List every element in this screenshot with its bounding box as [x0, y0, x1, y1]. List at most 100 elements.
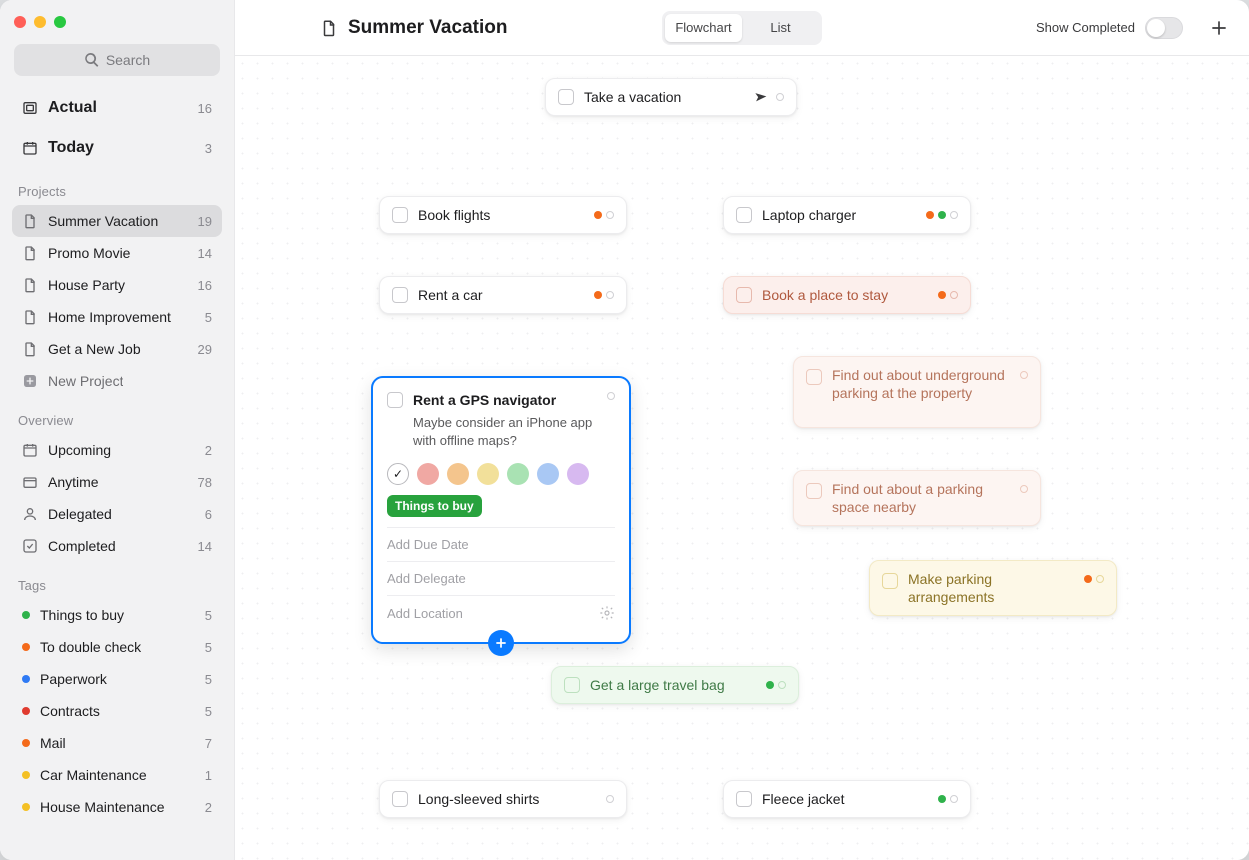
search-icon: [84, 52, 100, 68]
add-task-button[interactable]: [1207, 16, 1231, 40]
project-item[interactable]: House Party 16: [12, 269, 222, 301]
project-item[interactable]: Promo Movie 14: [12, 237, 222, 269]
project-count: 14: [198, 246, 212, 261]
tag-item[interactable]: Paperwork 5: [12, 663, 222, 695]
document-icon: [320, 19, 338, 37]
nav-today-count: 3: [205, 141, 212, 156]
project-item[interactable]: Get a New Job 29: [12, 333, 222, 365]
tag-count: 5: [205, 640, 212, 655]
status-dot: [776, 93, 784, 101]
node-shirts[interactable]: Long-sleeved shirts: [379, 780, 627, 818]
checkbox[interactable]: [806, 369, 822, 385]
detail-checkbox[interactable]: [387, 392, 403, 408]
overview-count: 14: [198, 539, 212, 554]
color-swatch-blue[interactable]: [537, 463, 559, 485]
overview-count: 6: [205, 507, 212, 522]
tag-color-dot: [22, 643, 30, 651]
add-delegate-field[interactable]: Add Delegate: [387, 561, 615, 595]
overview-item[interactable]: Delegated 6: [12, 498, 222, 530]
detail-tag[interactable]: Things to buy: [387, 495, 482, 517]
node-parking-under[interactable]: Find out about underground parking at th…: [793, 356, 1041, 428]
checkbox[interactable]: [806, 483, 822, 499]
color-swatch-yellow[interactable]: [477, 463, 499, 485]
project-item[interactable]: Summer Vacation 19: [12, 205, 222, 237]
checkbox[interactable]: [736, 207, 752, 223]
gear-icon[interactable]: [599, 605, 615, 621]
overview-item[interactable]: Completed 14: [12, 530, 222, 562]
document-icon: [22, 213, 38, 229]
detail-title[interactable]: Rent a GPS navigator: [413, 392, 597, 408]
color-swatch-purple[interactable]: [567, 463, 589, 485]
close-window-btn[interactable]: [14, 16, 26, 28]
add-child-node-button[interactable]: [488, 630, 514, 656]
checkbox[interactable]: [558, 89, 574, 105]
tag-label: To double check: [40, 639, 141, 655]
project-item[interactable]: Home Improvement 5: [12, 301, 222, 333]
checkbox[interactable]: [392, 791, 408, 807]
inbox-icon: [22, 99, 38, 117]
overview-item[interactable]: Anytime 78: [12, 466, 222, 498]
node-parking-arrange[interactable]: Make parking arrangements: [869, 560, 1117, 616]
node-fleece[interactable]: Fleece jacket: [723, 780, 971, 818]
node-parking-nearby[interactable]: Find out about a parking space nearby: [793, 470, 1041, 526]
project-count: 19: [198, 214, 212, 229]
document-icon: [22, 309, 38, 325]
project-label: Get a New Job: [48, 341, 141, 357]
view-switcher: Flowchart List: [662, 11, 822, 45]
node-book-place[interactable]: Book a place to stay: [723, 276, 971, 314]
calendar-icon: [22, 139, 38, 157]
view-flowchart-tab[interactable]: Flowchart: [665, 14, 742, 42]
overview-label: Completed: [48, 538, 116, 554]
checkbox[interactable]: [736, 287, 752, 303]
tag-item[interactable]: Car Maintenance 1: [12, 759, 222, 791]
color-swatch-orange[interactable]: [447, 463, 469, 485]
tags-header: Tags: [12, 574, 222, 599]
box-icon: [22, 474, 38, 490]
tag-count: 5: [205, 608, 212, 623]
color-swatch-none[interactable]: [387, 463, 409, 485]
add-due-date-field[interactable]: Add Due Date: [387, 527, 615, 561]
node-book-flights[interactable]: Book flights: [379, 196, 627, 234]
minimize-window-btn[interactable]: [34, 16, 46, 28]
tag-count: 5: [205, 672, 212, 687]
add-location-field[interactable]: Add Location: [387, 595, 615, 630]
checkbox[interactable]: [564, 677, 580, 693]
node-travel-bag[interactable]: Get a large travel bag: [551, 666, 799, 704]
color-swatch-red[interactable]: [417, 463, 439, 485]
detail-note[interactable]: Maybe consider an iPhone app with offlin…: [413, 414, 597, 449]
checkbox[interactable]: [392, 287, 408, 303]
nav-today[interactable]: Today 3: [12, 128, 222, 168]
node-label: Book a place to stay: [762, 287, 928, 303]
color-swatch-green[interactable]: [507, 463, 529, 485]
node-take-vacation[interactable]: Take a vacation: [545, 78, 797, 116]
tag-count: 7: [205, 736, 212, 751]
flowchart-canvas[interactable]: Take a vacation Book flights Laptop char…: [235, 56, 1249, 860]
node-laptop-charger[interactable]: Laptop charger: [723, 196, 971, 234]
document-icon: [22, 245, 38, 261]
project-label: Promo Movie: [48, 245, 130, 261]
tag-item[interactable]: Contracts 5: [12, 695, 222, 727]
tag-item[interactable]: To double check 5: [12, 631, 222, 663]
node-label: Find out about a parking space nearby: [832, 481, 1010, 516]
search-input[interactable]: Search: [14, 44, 220, 76]
checkbox[interactable]: [736, 791, 752, 807]
project-count: 29: [198, 342, 212, 357]
tag-item[interactable]: Things to buy 5: [12, 599, 222, 631]
nav-actual[interactable]: Actual 16: [12, 88, 222, 128]
view-list-tab[interactable]: List: [742, 14, 819, 42]
overview-header: Overview: [12, 409, 222, 434]
checkbox[interactable]: [392, 207, 408, 223]
show-completed-toggle[interactable]: [1145, 17, 1183, 39]
tag-item[interactable]: Mail 7: [12, 727, 222, 759]
project-label: House Party: [48, 277, 125, 293]
overview-item[interactable]: Upcoming 2: [12, 434, 222, 466]
checkbox[interactable]: [882, 573, 898, 589]
node-rent-car[interactable]: Rent a car: [379, 276, 627, 314]
show-completed-label: Show Completed: [1036, 20, 1135, 35]
new-project-button[interactable]: New Project: [12, 365, 222, 397]
node-label: Make parking arrangements: [908, 571, 1074, 606]
node-detail-card[interactable]: Rent a GPS navigator Maybe consider an i…: [371, 376, 631, 644]
overview-count: 2: [205, 443, 212, 458]
maximize-window-btn[interactable]: [54, 16, 66, 28]
tag-item[interactable]: House Maintenance 2: [12, 791, 222, 823]
